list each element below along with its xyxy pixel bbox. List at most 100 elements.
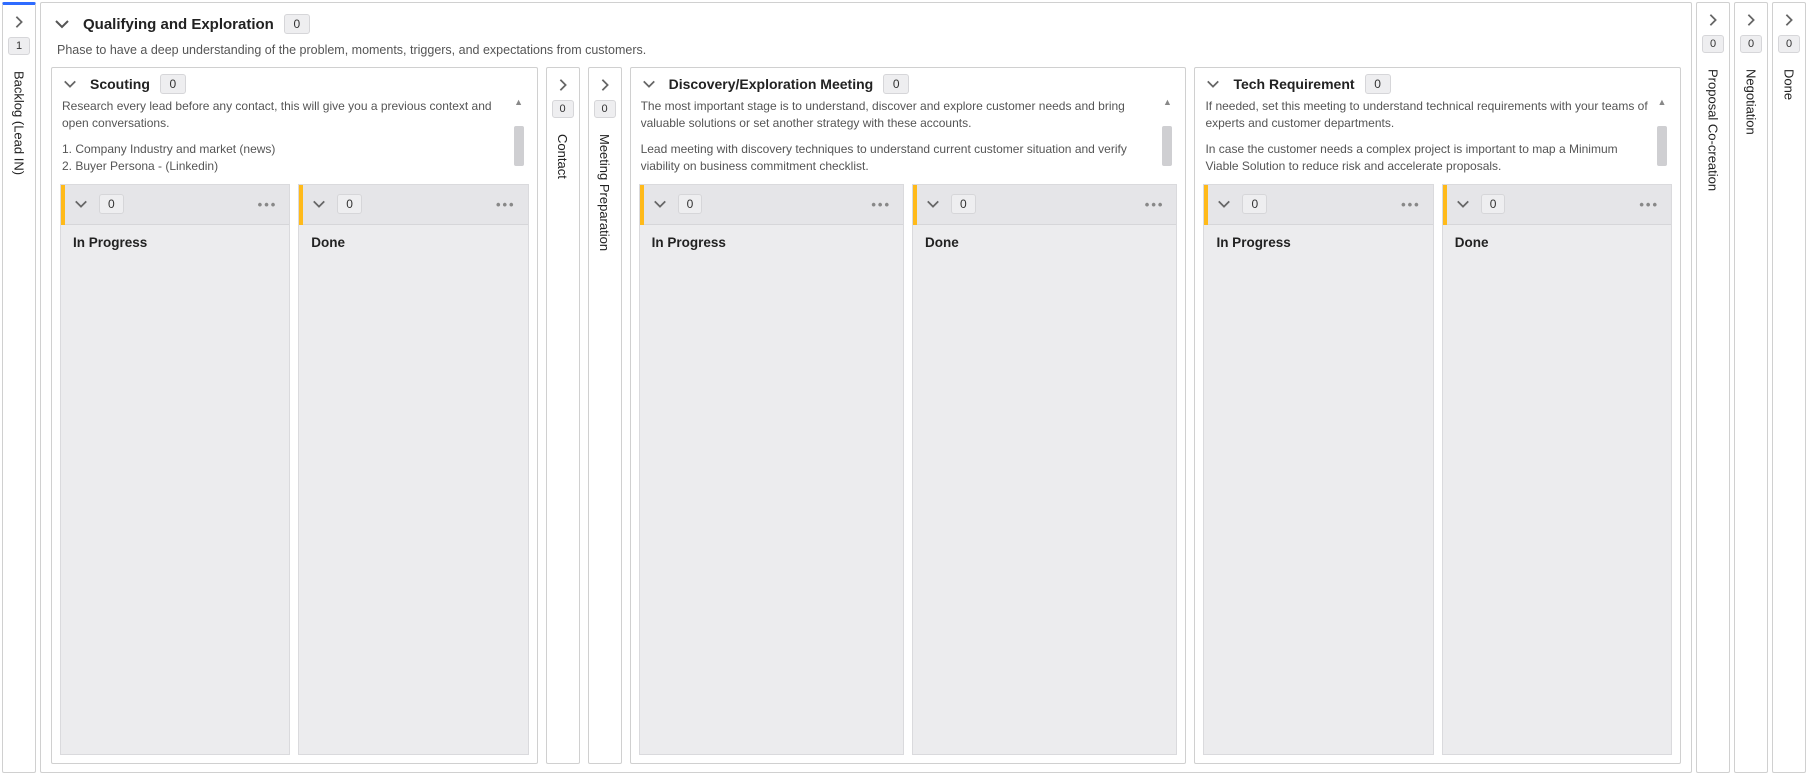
stage-desc-line: In case the customer needs a complex pro…: [1205, 141, 1650, 176]
chevron-down-icon[interactable]: [60, 74, 80, 94]
stage-desc-line: 1. Company Industry and market (news): [62, 141, 507, 158]
scroll-up-icon[interactable]: ▲: [1163, 98, 1172, 107]
chevron-right-icon[interactable]: [8, 11, 30, 33]
column-negotiation-collapsed[interactable]: 0 Negotiation: [1734, 2, 1768, 773]
scrollbar[interactable]: ▲ ▼: [1159, 98, 1175, 194]
chevron-down-icon[interactable]: [639, 74, 659, 94]
stage-tech-requirement: Tech Requirement 0 If needed, set this m…: [1194, 67, 1681, 764]
stage-desc-line: If needed, set this meeting to understan…: [1205, 98, 1650, 133]
stage-title: Discovery/Exploration Meeting: [669, 76, 874, 92]
lane-title: Done: [299, 225, 527, 254]
lane-accent: [1204, 185, 1208, 225]
lane-count-badge: 0: [337, 194, 362, 214]
done-count-badge: 0: [1778, 35, 1800, 53]
lane-count-badge: 0: [951, 194, 976, 214]
chevron-down-icon[interactable]: [51, 13, 73, 35]
chevron-right-icon[interactable]: [1740, 9, 1762, 31]
lane-done[interactable]: 0 ••• Done: [912, 184, 1177, 755]
more-icon[interactable]: •••: [867, 197, 895, 212]
stage-meeting-preparation-collapsed[interactable]: 0 Meeting Preparation: [588, 67, 622, 764]
column-proposal-collapsed[interactable]: 0 Proposal Co-creation: [1696, 2, 1730, 773]
phase-title: Qualifying and Exploration: [83, 16, 274, 33]
proposal-count-badge: 0: [1702, 35, 1724, 53]
proposal-label: Proposal Co-creation: [1706, 69, 1721, 191]
lane-in-progress[interactable]: 0 ••• In Progress: [1203, 184, 1433, 755]
chevron-right-icon[interactable]: [1702, 9, 1724, 31]
column-done-collapsed[interactable]: 0 Done: [1772, 2, 1806, 773]
chevron-right-icon[interactable]: [1778, 9, 1800, 31]
lane-body[interactable]: [1204, 254, 1432, 754]
scrollbar[interactable]: ▲ ▼: [511, 98, 527, 194]
scroll-up-icon[interactable]: ▲: [1658, 98, 1667, 107]
chevron-down-icon[interactable]: [923, 194, 943, 214]
chevron-right-icon[interactable]: [594, 74, 616, 96]
scroll-thumb[interactable]: [1657, 126, 1667, 166]
lane-title: In Progress: [1204, 225, 1432, 254]
chevron-down-icon[interactable]: [1214, 194, 1234, 214]
lane-in-progress[interactable]: 0 ••• In Progress: [639, 184, 904, 755]
negotiation-label: Negotiation: [1744, 69, 1759, 135]
backlog-count-badge: 1: [8, 37, 30, 55]
scroll-thumb[interactable]: [514, 126, 524, 166]
stage-description: The most important stage is to understan…: [641, 98, 1156, 176]
lane-done[interactable]: 0 ••• Done: [1442, 184, 1672, 755]
lane-count-badge: 0: [1481, 194, 1506, 214]
done-label: Done: [1782, 69, 1797, 100]
stage-desc-line: Research every lead before any contact, …: [62, 98, 507, 133]
lane-in-progress[interactable]: 0 ••• In Progress: [60, 184, 290, 755]
stage-desc-line: 2. Buyer Persona - (Linkedin): [62, 158, 507, 175]
lane-accent: [61, 185, 65, 225]
more-icon[interactable]: •••: [254, 197, 282, 212]
stage-desc-line: The most important stage is to understan…: [641, 98, 1156, 133]
phase-count-badge: 0: [284, 14, 310, 34]
scrollbar[interactable]: ▲ ▼: [1654, 98, 1670, 194]
lane-title: Done: [913, 225, 1176, 254]
stage-desc-line: Lead meeting with discovery techniques t…: [641, 141, 1156, 176]
stage-description: If needed, set this meeting to understan…: [1205, 98, 1650, 176]
more-icon[interactable]: •••: [1141, 197, 1169, 212]
phase-header: Qualifying and Exploration 0: [51, 9, 1681, 41]
lane-title: In Progress: [61, 225, 289, 254]
lane-title: In Progress: [640, 225, 903, 254]
more-icon[interactable]: •••: [1397, 197, 1425, 212]
more-icon[interactable]: •••: [492, 197, 520, 212]
stage-count-badge: 0: [594, 100, 616, 118]
lane-accent: [299, 185, 303, 225]
negotiation-count-badge: 0: [1740, 35, 1762, 53]
chevron-down-icon[interactable]: [1203, 74, 1223, 94]
chevron-down-icon[interactable]: [71, 194, 91, 214]
backlog-label: Backlog (Lead IN): [12, 71, 27, 175]
stage-contact-collapsed[interactable]: 0 Contact: [546, 67, 580, 764]
stage-count-badge: 0: [1365, 74, 1391, 94]
lane-body[interactable]: [640, 254, 903, 754]
chevron-down-icon[interactable]: [650, 194, 670, 214]
phase-qualifying-exploration: Qualifying and Exploration 0 Phase to ha…: [40, 2, 1692, 773]
lane-body[interactable]: [299, 254, 527, 754]
chevron-right-icon[interactable]: [552, 74, 574, 96]
lane-count-badge: 0: [1242, 194, 1267, 214]
scroll-up-icon[interactable]: ▲: [514, 98, 523, 107]
lane-count-badge: 0: [678, 194, 703, 214]
more-icon[interactable]: •••: [1635, 197, 1663, 212]
stage-scouting: Scouting 0 Research every lead before an…: [51, 67, 538, 764]
phase-description: Phase to have a deep understanding of th…: [51, 41, 1681, 67]
stage-count-badge: 0: [160, 74, 186, 94]
stage-discovery: Discovery/Exploration Meeting 0 The most…: [630, 67, 1187, 764]
lane-body[interactable]: [1443, 254, 1671, 754]
chevron-down-icon[interactable]: [309, 194, 329, 214]
stage-title: Scouting: [90, 76, 150, 92]
column-backlog-collapsed[interactable]: 1 Backlog (Lead IN): [2, 2, 36, 773]
scroll-thumb[interactable]: [1162, 126, 1172, 166]
lane-accent: [1443, 185, 1447, 225]
lane-done[interactable]: 0 ••• Done: [298, 184, 528, 755]
lane-body[interactable]: [913, 254, 1176, 754]
stage-title: Tech Requirement: [1233, 76, 1354, 92]
stage-count-badge: 0: [552, 100, 574, 118]
stage-label: Meeting Preparation: [597, 134, 612, 251]
lane-body[interactable]: [61, 254, 289, 754]
stage-count-badge: 0: [883, 74, 909, 94]
lane-accent: [640, 185, 644, 225]
chevron-down-icon[interactable]: [1453, 194, 1473, 214]
stage-label: Contact: [555, 134, 570, 179]
lane-title: Done: [1443, 225, 1671, 254]
